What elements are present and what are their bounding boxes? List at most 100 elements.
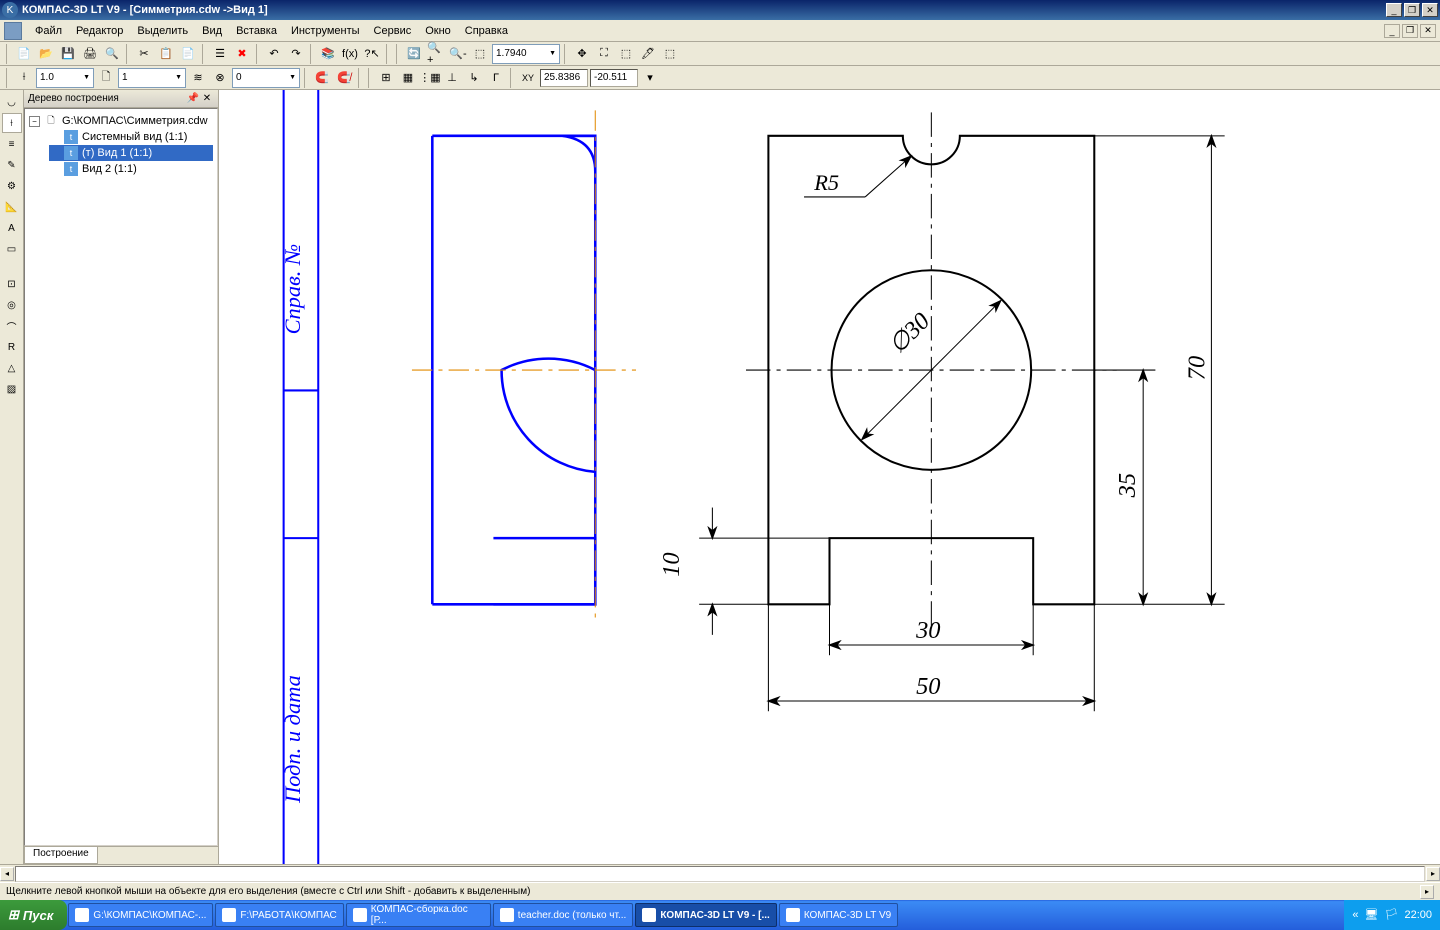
dimensions-icon[interactable]: ⟊ bbox=[2, 113, 22, 133]
tray-icon[interactable]: 🖥 bbox=[1364, 908, 1378, 922]
round-button[interactable]: ↳ bbox=[464, 68, 484, 88]
tray-lang-icon[interactable]: 🏳 bbox=[1384, 908, 1398, 922]
cmd-left-button[interactable]: ◂ bbox=[0, 867, 14, 881]
status-expand-button[interactable]: ▸ bbox=[1420, 885, 1434, 899]
step-button[interactable]: ⟊ bbox=[14, 68, 34, 88]
mdi-close-button[interactable]: ✕ bbox=[1420, 24, 1436, 38]
minimize-button[interactable]: _ bbox=[1386, 3, 1402, 17]
toolbar-main: 📄 📂 💾 🖨 🔍 ✂ 📋 📄 ☰ ✖ ↶ ↷ 📚 f(x) ?↖ 🔄 🔍+ 🔍… bbox=[0, 42, 1440, 66]
zoom-in-button[interactable]: 🔍+ bbox=[426, 44, 446, 64]
pan-button[interactable]: ✥ bbox=[572, 44, 592, 64]
menu-window[interactable]: Окно bbox=[418, 23, 458, 39]
rebuild-button[interactable]: 🖊 bbox=[638, 44, 658, 64]
menu-select[interactable]: Выделить bbox=[130, 23, 195, 39]
tree-item-selected[interactable]: t (т) Вид 1 (1:1) bbox=[49, 145, 213, 161]
new-button[interactable]: 📄 bbox=[14, 44, 34, 64]
tool-radius-icon[interactable]: R bbox=[2, 337, 22, 357]
preview-button[interactable]: 🔍 bbox=[102, 44, 122, 64]
tool-hatch-icon[interactable]: ▨ bbox=[2, 379, 22, 399]
start-button[interactable]: ⊞Пуск bbox=[0, 900, 67, 930]
tray-clock[interactable]: 22:00 bbox=[1404, 909, 1432, 921]
close-button[interactable]: ✕ bbox=[1422, 3, 1438, 17]
cancel-button[interactable]: ✖ bbox=[232, 44, 252, 64]
grid-button[interactable]: ▦ bbox=[398, 68, 418, 88]
properties-button[interactable]: ☰ bbox=[210, 44, 230, 64]
print-button[interactable]: 🖨 bbox=[80, 44, 100, 64]
help-context-button[interactable]: ?↖ bbox=[362, 44, 382, 64]
tool-arc-icon[interactable]: ⌒ bbox=[2, 316, 22, 336]
annotations-icon[interactable]: ≡ bbox=[2, 134, 22, 154]
measure-icon[interactable]: 📐 bbox=[2, 197, 22, 217]
menu-tools[interactable]: Инструменты bbox=[284, 23, 367, 39]
variables-button[interactable]: f(x) bbox=[340, 44, 360, 64]
undo-button[interactable]: ↶ bbox=[264, 44, 284, 64]
menu-view[interactable]: Вид bbox=[195, 23, 229, 39]
paste-button[interactable]: 📄 bbox=[178, 44, 198, 64]
spec-icon[interactable]: ▭ bbox=[2, 239, 22, 259]
layer-input[interactable]: 1▼ bbox=[118, 68, 186, 88]
local-cs-button[interactable]: Γ bbox=[486, 68, 506, 88]
coord-x-input[interactable] bbox=[540, 69, 588, 87]
tool-circle-icon[interactable]: ◎ bbox=[2, 295, 22, 315]
tray-expand-icon[interactable]: « bbox=[1352, 909, 1358, 921]
tree-item[interactable]: t Системный вид (1:1) bbox=[49, 129, 213, 145]
geometry-icon[interactable]: ◡ bbox=[2, 92, 22, 112]
tool-line-icon[interactable]: ⊡ bbox=[2, 274, 22, 294]
pin-icon[interactable]: 📌 bbox=[186, 93, 200, 104]
grid-settings-button[interactable]: ⋮▦ bbox=[420, 68, 440, 88]
mdi-minimize-button[interactable]: _ bbox=[1384, 24, 1400, 38]
menu-file[interactable]: Файл bbox=[28, 23, 69, 39]
grid-align-button[interactable]: ⊞ bbox=[376, 68, 396, 88]
snap-settings-button[interactable]: 🧲̸ bbox=[334, 68, 354, 88]
tree-root[interactable]: − 🗋 G:\КОМПАС\Симметрия.cdw bbox=[29, 113, 213, 129]
tree-panel: Дерево построения 📌 ✕ − 🗋 G:\КОМПАС\Симм… bbox=[24, 90, 219, 864]
tool-triangle-icon[interactable]: △ bbox=[2, 358, 22, 378]
edit-icon[interactable]: ✎ bbox=[2, 155, 22, 175]
cut-button[interactable]: ✂ bbox=[134, 44, 154, 64]
zoom-window-button[interactable]: ⬚ bbox=[470, 44, 490, 64]
zoom-prev-button[interactable]: ⬚ bbox=[616, 44, 636, 64]
scale-input[interactable]: 1.0▼ bbox=[36, 68, 94, 88]
menu-service[interactable]: Сервис bbox=[367, 23, 419, 39]
refresh-button[interactable]: 🔄 bbox=[404, 44, 424, 64]
style-input[interactable]: 0▼ bbox=[232, 68, 300, 88]
tree-tab-build[interactable]: Построение bbox=[24, 847, 98, 864]
taskbar-item-active[interactable]: КОМПАС-3D LT V9 - [... bbox=[635, 903, 777, 927]
menu-insert[interactable]: Вставка bbox=[229, 23, 284, 39]
coord-y-input[interactable] bbox=[590, 69, 638, 87]
taskbar-item[interactable]: teacher.doc (только чт... bbox=[493, 903, 634, 927]
copy-button[interactable]: 📋 bbox=[156, 44, 176, 64]
taskbar-item[interactable]: КОМПАС-3D LT V9 bbox=[779, 903, 898, 927]
collapse-icon[interactable]: − bbox=[29, 116, 40, 127]
view-state-button[interactable]: 🗋 bbox=[96, 68, 116, 88]
layers-button[interactable]: ≋ bbox=[188, 68, 208, 88]
cmd-right-button[interactable]: ▸ bbox=[1426, 867, 1440, 881]
taskbar-item[interactable]: G:\КОМПАС\КОМПАС-... bbox=[68, 903, 213, 927]
select-tools-icon[interactable]: A bbox=[2, 218, 22, 238]
zoom-all-button[interactable]: ⬚ bbox=[660, 44, 680, 64]
system-tray[interactable]: « 🖥 🏳 22:00 bbox=[1344, 900, 1440, 930]
taskbar-item[interactable]: F:\РАБОТА\КОМПАС bbox=[215, 903, 343, 927]
manager-button[interactable]: 📚 bbox=[318, 44, 338, 64]
zoom-fit-button[interactable]: ⛶ bbox=[594, 44, 614, 64]
zoom-out-button[interactable]: 🔍- bbox=[448, 44, 468, 64]
menu-edit[interactable]: Редактор bbox=[69, 23, 130, 39]
restore-button[interactable]: ❐ bbox=[1404, 3, 1420, 17]
mdi-restore-button[interactable]: ❐ bbox=[1402, 24, 1418, 38]
open-button[interactable]: 📂 bbox=[36, 44, 56, 64]
canvas[interactable]: Справ. № Подп. и дата bbox=[219, 90, 1440, 864]
snap-toggle-button[interactable]: 🧲 bbox=[312, 68, 332, 88]
taskbar-item[interactable]: КОМПАС-сборка.doc [Р... bbox=[346, 903, 491, 927]
tree-item[interactable]: t Вид 2 (1:1) bbox=[49, 161, 213, 177]
linetype-button[interactable]: ⊗ bbox=[210, 68, 230, 88]
save-button[interactable]: 💾 bbox=[58, 44, 78, 64]
menu-help[interactable]: Справка bbox=[458, 23, 515, 39]
coord-menu-button[interactable]: ▾ bbox=[640, 68, 660, 88]
tree-body[interactable]: − 🗋 G:\КОМПАС\Симметрия.cdw t Системный … bbox=[24, 108, 218, 846]
command-input[interactable] bbox=[15, 866, 1425, 882]
params-icon[interactable]: ⚙ bbox=[2, 176, 22, 196]
redo-button[interactable]: ↷ bbox=[286, 44, 306, 64]
zoom-value-input[interactable]: 1.7940▼ bbox=[492, 44, 560, 64]
tree-close-button[interactable]: ✕ bbox=[200, 93, 214, 104]
ortho-button[interactable]: ⊥ bbox=[442, 68, 462, 88]
